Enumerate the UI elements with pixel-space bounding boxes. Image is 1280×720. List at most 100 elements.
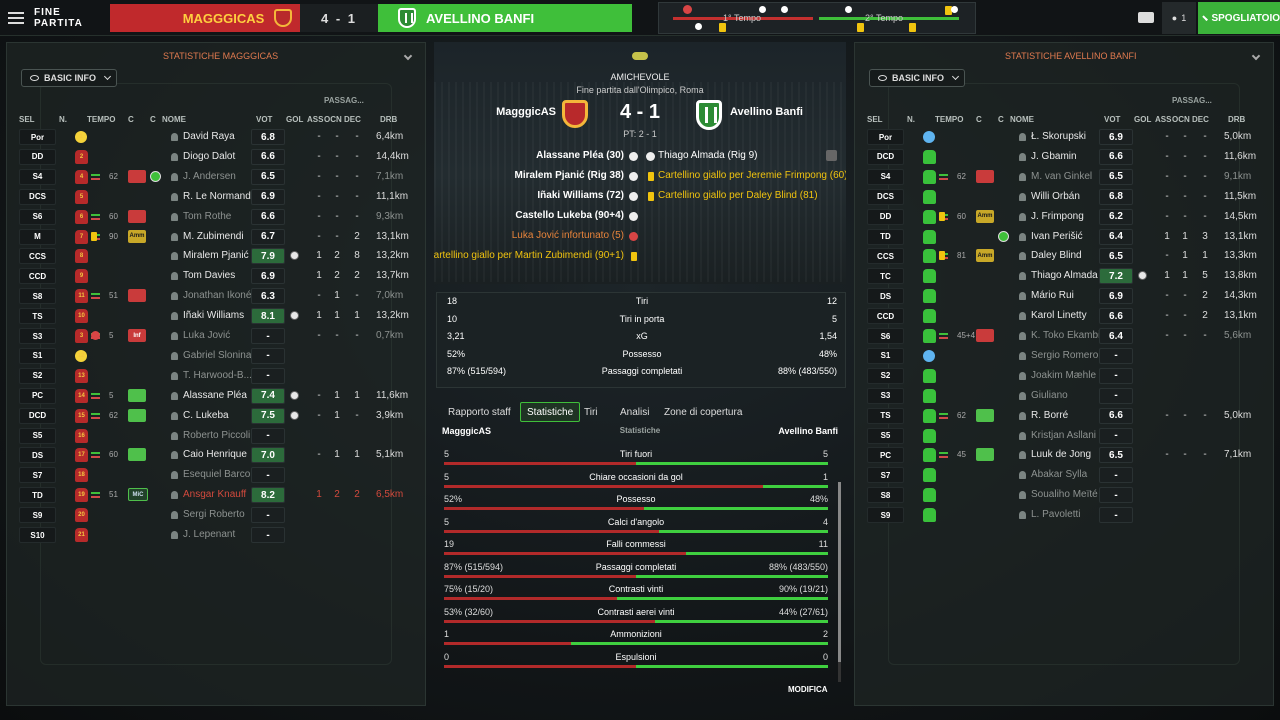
truck-icon[interactable]	[1138, 12, 1154, 23]
player-name[interactable]: Sergio Romero	[1031, 350, 1098, 361]
player-name[interactable]: Esequiel Barco	[183, 469, 250, 480]
player-row[interactable]: DS 17 60 Caio Henrique 7.0 - 1 1 5,1km	[19, 447, 419, 465]
player-name[interactable]: Karol Linetty	[1031, 310, 1087, 321]
player-name[interactable]: J. Lepenant	[183, 529, 235, 540]
player-name[interactable]: T. Harwood-B...	[183, 370, 252, 381]
player-row[interactable]: DCS 5 R. Le Normand 6.9 - - - 11,1km	[19, 188, 419, 207]
player-name[interactable]: Tom Rothe	[183, 211, 231, 222]
player-row[interactable]: S9 L. Pavoletti -	[867, 507, 1267, 525]
player-name[interactable]: Jonathan Ikoné	[183, 290, 251, 301]
col-c2[interactable]: C	[998, 115, 1004, 124]
player-row[interactable]: TD Ivan Perišić 6.4 1 1 3 13,1km	[867, 228, 1267, 247]
player-name[interactable]: Sergi Roberto	[183, 509, 245, 520]
player-row[interactable]: PC 14 5 Alassane Pléa 7.4 - 1 1 11,6km	[19, 387, 419, 406]
col-ocn[interactable]: OCN	[324, 115, 342, 124]
player-name[interactable]: Mário Rui	[1031, 290, 1074, 301]
player-name[interactable]: David Raya	[183, 131, 235, 142]
tab-tiri[interactable]: Tiri	[578, 402, 604, 422]
tab-zone-di-copertura[interactable]: Zone di copertura	[658, 402, 748, 422]
player-row[interactable]: S7 18 Esequiel Barco -	[19, 467, 419, 485]
chevron-down-icon[interactable]	[1251, 51, 1261, 61]
player-name[interactable]: C. Lukeba	[183, 410, 229, 421]
col-c2[interactable]: C	[150, 115, 156, 124]
col-c1[interactable]: C	[128, 115, 134, 124]
player-row[interactable]: CCD Karol Linetty 6.6 - - 2 13,1km	[867, 308, 1267, 326]
player-row[interactable]: S1 Sergio Romero -	[867, 347, 1267, 366]
player-name[interactable]: Diogo Dalot	[183, 151, 235, 162]
checkbox[interactable]	[826, 150, 837, 161]
player-row[interactable]: S6 6 60 Tom Rothe 6.6 - - - 9,3km	[19, 208, 419, 227]
player-name[interactable]: Tom Davies	[183, 270, 235, 281]
basic-info-dropdown[interactable]: BASIC INFO	[21, 69, 117, 87]
player-name[interactable]: Soualiho Meïté	[1031, 489, 1098, 500]
menu-icon[interactable]	[8, 12, 24, 24]
col-gol[interactable]: GOL	[1134, 115, 1151, 124]
modifica-button[interactable]: MODIFICA	[788, 685, 828, 694]
player-row[interactable]: DCD 15 62 C. Lukeba 7.5 - 1 - 3,9km	[19, 407, 419, 426]
player-row[interactable]: TS 62 R. Borré 6.6 - - - 5,0km	[867, 407, 1267, 426]
player-name[interactable]: Willi Orbán	[1031, 191, 1080, 202]
col-drb[interactable]: DRB	[380, 115, 397, 124]
col-ass[interactable]: ASS	[307, 115, 323, 124]
col-number[interactable]: N.	[59, 115, 67, 124]
chevron-down-icon[interactable]	[403, 51, 413, 61]
player-name[interactable]: Kristjan Asllani	[1031, 430, 1096, 441]
player-name[interactable]: Ł. Skorupski	[1031, 131, 1086, 142]
scrollbar[interactable]	[838, 482, 841, 682]
player-row[interactable]: S10 21 J. Lepenant -	[19, 527, 419, 545]
player-row[interactable]: TC Thiago Almada 7.2 1 1 5 13,8km	[867, 268, 1267, 286]
player-name[interactable]: M. Zubimendi	[183, 231, 244, 242]
users-button[interactable]: ● 1	[1162, 2, 1196, 34]
player-name[interactable]: Miralem Pjanić	[183, 250, 249, 261]
col-tempo[interactable]: TEMPO	[87, 115, 115, 124]
player-name[interactable]: Ansgar Knauff	[183, 489, 246, 500]
player-row[interactable]: S9 20 Sergi Roberto -	[19, 507, 419, 525]
col-c1[interactable]: C	[976, 115, 982, 124]
col-vot[interactable]: VOT	[256, 115, 272, 124]
player-row[interactable]: S4 4 62 J. Andersen 6.5 - - - 7,1km	[19, 168, 419, 187]
player-row[interactable]: CCD 9 Tom Davies 6.9 1 2 2 13,7km	[19, 268, 419, 286]
player-row[interactable]: DS Mário Rui 6.9 - - 2 14,3km	[867, 288, 1267, 306]
player-row[interactable]: CCS 8 Miralem Pjanić 7.9 1 2 8 13,2km	[19, 248, 419, 266]
player-row[interactable]: PC 45 Luuk de Jong 6.5 - - - 7,1km	[867, 447, 1267, 465]
player-name[interactable]: Iñaki Williams	[183, 310, 244, 321]
player-row[interactable]: TD 19 51 MiC Ansgar Knauff 8.2 1 2 2 6,5km	[19, 487, 419, 505]
col-sel[interactable]: SEL	[19, 115, 35, 124]
player-row[interactable]: S4 62 M. van Ginkel 6.5 - - - 9,1km	[867, 168, 1267, 187]
player-name[interactable]: J. Gbamin	[1031, 151, 1077, 162]
col-tempo[interactable]: TEMPO	[935, 115, 963, 124]
col-nome[interactable]: NOME	[162, 115, 186, 124]
player-row[interactable]: S5 Kristjan Asllani -	[867, 427, 1267, 446]
col-gol[interactable]: GOL	[286, 115, 303, 124]
player-name[interactable]: Luka Jović	[183, 330, 230, 341]
player-name[interactable]: Gabriel Slonina	[183, 350, 251, 361]
player-name[interactable]: Caio Henrique	[183, 449, 247, 460]
player-name[interactable]: Luuk de Jong	[1031, 449, 1091, 460]
player-name[interactable]: Joakim Mæhle	[1031, 370, 1096, 381]
player-name[interactable]: J. Frimpong	[1031, 211, 1084, 222]
hero-away-team[interactable]: Avellino Banfi	[730, 106, 803, 118]
player-row[interactable]: S1 12 Gabriel Slonina -	[19, 347, 419, 366]
player-row[interactable]: Por 1 David Raya 6.8 - - - 6,4km	[19, 129, 419, 147]
player-name[interactable]: Alassane Pléa	[183, 390, 247, 401]
spogliatoio-button[interactable]: SPOGLIATOIO	[1198, 2, 1280, 34]
col-drb[interactable]: DRB	[1228, 115, 1245, 124]
tab-statistiche[interactable]: Statistiche	[520, 402, 581, 422]
player-row[interactable]: S8 Soualiho Meïté -	[867, 487, 1267, 505]
player-name[interactable]: Roberto Piccoli	[183, 430, 250, 441]
player-row[interactable]: S5 16 Roberto Piccoli -	[19, 427, 419, 446]
tab-rapporto-staff[interactable]: Rapporto staff	[442, 402, 517, 422]
basic-info-dropdown[interactable]: BASIC INFO	[869, 69, 965, 87]
col-dec[interactable]: DEC	[344, 115, 361, 124]
player-row[interactable]: TS 10 Iñaki Williams 8.1 1 1 1 13,2km	[19, 308, 419, 326]
col-dec[interactable]: DEC	[1192, 115, 1209, 124]
player-name[interactable]: Ivan Perišić	[1031, 231, 1083, 242]
player-row[interactable]: S3 Giuliano -	[867, 387, 1267, 406]
player-name[interactable]: R. Borré	[1031, 410, 1068, 421]
away-team-banner[interactable]: AVELLINO BANFI	[378, 4, 632, 32]
player-name[interactable]: K. Toko Ekambi	[1031, 330, 1100, 341]
player-name[interactable]: Daley Blind	[1031, 250, 1082, 261]
player-name[interactable]: R. Le Normand	[183, 191, 251, 202]
match-timeline[interactable]: 1° Tempo 2° Tempo	[658, 2, 976, 34]
player-row[interactable]: DD 2 Diogo Dalot 6.6 - - - 14,4km	[19, 148, 419, 167]
